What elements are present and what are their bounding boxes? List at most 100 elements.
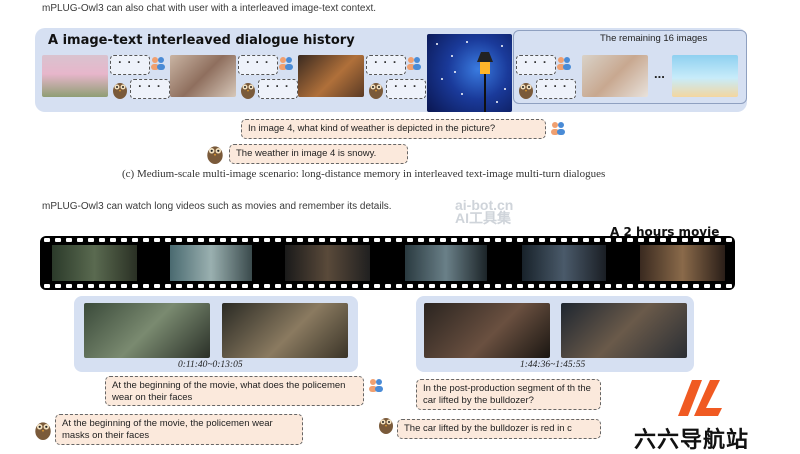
film-perforation — [363, 284, 369, 288]
film-perforation — [660, 284, 666, 288]
placeholder-bubble: · · · — [110, 55, 150, 75]
figure-caption: (c) Medium-scale multi-image scenario: l… — [122, 168, 606, 180]
film-perforation — [572, 238, 578, 242]
film-frame — [405, 245, 487, 281]
watermark-line-2: AI工具集 — [455, 210, 511, 226]
film-perforation — [165, 284, 171, 288]
film-perforation — [385, 238, 391, 242]
film-perforation — [627, 284, 633, 288]
film-perforation — [451, 284, 457, 288]
clip-1-timestamp: 0:11:40~0:13:05 — [178, 360, 243, 370]
film-perforation — [638, 284, 644, 288]
film-perforation — [429, 284, 435, 288]
person-icon — [279, 57, 293, 70]
film-perforation — [528, 284, 534, 288]
film-perforation — [308, 238, 314, 242]
film-perforation — [704, 238, 710, 242]
film-frame — [522, 245, 606, 281]
person-icon — [551, 122, 565, 135]
film-perforation — [341, 238, 347, 242]
film-perforation — [495, 284, 501, 288]
film-perforation — [550, 238, 556, 242]
film-perforation — [165, 238, 171, 242]
film-perforation — [396, 238, 402, 242]
intro-text-1: mPLUG-Owl3 can also chat with user with … — [42, 3, 377, 14]
film-perforation — [704, 284, 710, 288]
film-perforation — [682, 238, 688, 242]
film-perforation — [605, 284, 611, 288]
film-perforation — [715, 284, 721, 288]
film-perforation — [209, 284, 215, 288]
owl-icon — [519, 83, 533, 99]
owl-icon — [379, 418, 393, 434]
film-perforation — [110, 284, 116, 288]
remaining-image-2 — [672, 55, 738, 97]
film-perforation — [121, 284, 127, 288]
remaining-images-label: The remaining 16 images — [600, 33, 708, 44]
film-perforation — [605, 238, 611, 242]
film-perforation — [660, 238, 666, 242]
film-perforation — [583, 284, 589, 288]
film-perforation — [506, 284, 512, 288]
film-perforation — [77, 284, 83, 288]
film-perforation — [88, 284, 94, 288]
placeholder-bubble: · · · — [130, 79, 170, 99]
film-perforation — [715, 238, 721, 242]
film-perforation — [308, 284, 314, 288]
film-perforation — [418, 284, 424, 288]
clip-2-answer: The car lifted by the bulldozer is red i… — [397, 419, 601, 439]
film-perforation — [176, 284, 182, 288]
film-perforation — [99, 284, 105, 288]
film-perforation — [209, 238, 215, 242]
film-perforation — [671, 284, 677, 288]
film-perforation — [275, 284, 281, 288]
film-perforation — [682, 284, 688, 288]
clip-1-frame-2 — [222, 303, 348, 358]
film-perforation — [473, 238, 479, 242]
film-perforation — [473, 284, 479, 288]
film-perforation — [44, 284, 50, 288]
dialogue-history-title: A image-text interleaved dialogue histor… — [48, 33, 355, 48]
film-perforation — [462, 284, 468, 288]
film-perforation — [374, 238, 380, 242]
film-perforation — [407, 284, 413, 288]
film-perforation — [583, 238, 589, 242]
history-image-1 — [42, 55, 108, 97]
owl-icon — [241, 83, 255, 99]
film-perforation — [429, 238, 435, 242]
film-perforation — [66, 238, 72, 242]
film-perforation — [495, 238, 501, 242]
film-perforation — [363, 238, 369, 242]
film-perforation — [451, 238, 457, 242]
film-perforation — [594, 284, 600, 288]
owl-icon — [113, 83, 127, 99]
owl-icon — [35, 422, 51, 440]
placeholder-bubble: · · · — [258, 79, 298, 99]
film-perforation — [484, 238, 490, 242]
film-perforation — [319, 284, 325, 288]
watermark: ai-bot.cn AI工具集 — [455, 198, 513, 226]
film-perforation — [440, 238, 446, 242]
film-perforation — [462, 238, 468, 242]
remaining-image-1 — [582, 55, 648, 97]
film-perforation — [693, 284, 699, 288]
film-perforation — [253, 238, 259, 242]
clip-1-question: At the beginning of the movie, what does… — [105, 376, 364, 406]
ellipsis: ... — [654, 66, 665, 81]
film-perforation — [572, 284, 578, 288]
film-perforation — [88, 238, 94, 242]
film-perforation — [407, 238, 413, 242]
history-image-3 — [298, 55, 364, 97]
film-strip — [40, 236, 735, 290]
film-perforation — [231, 238, 237, 242]
film-perforation — [374, 284, 380, 288]
film-frame — [285, 245, 370, 281]
answer-bubble: The weather in image 4 is snowy. — [229, 144, 408, 164]
film-perforation — [418, 238, 424, 242]
film-perforation — [66, 284, 72, 288]
film-perforation — [143, 238, 149, 242]
film-perforation — [242, 284, 248, 288]
film-perforation — [220, 284, 226, 288]
film-perforation — [231, 284, 237, 288]
placeholder-bubble: · · · — [536, 79, 576, 99]
